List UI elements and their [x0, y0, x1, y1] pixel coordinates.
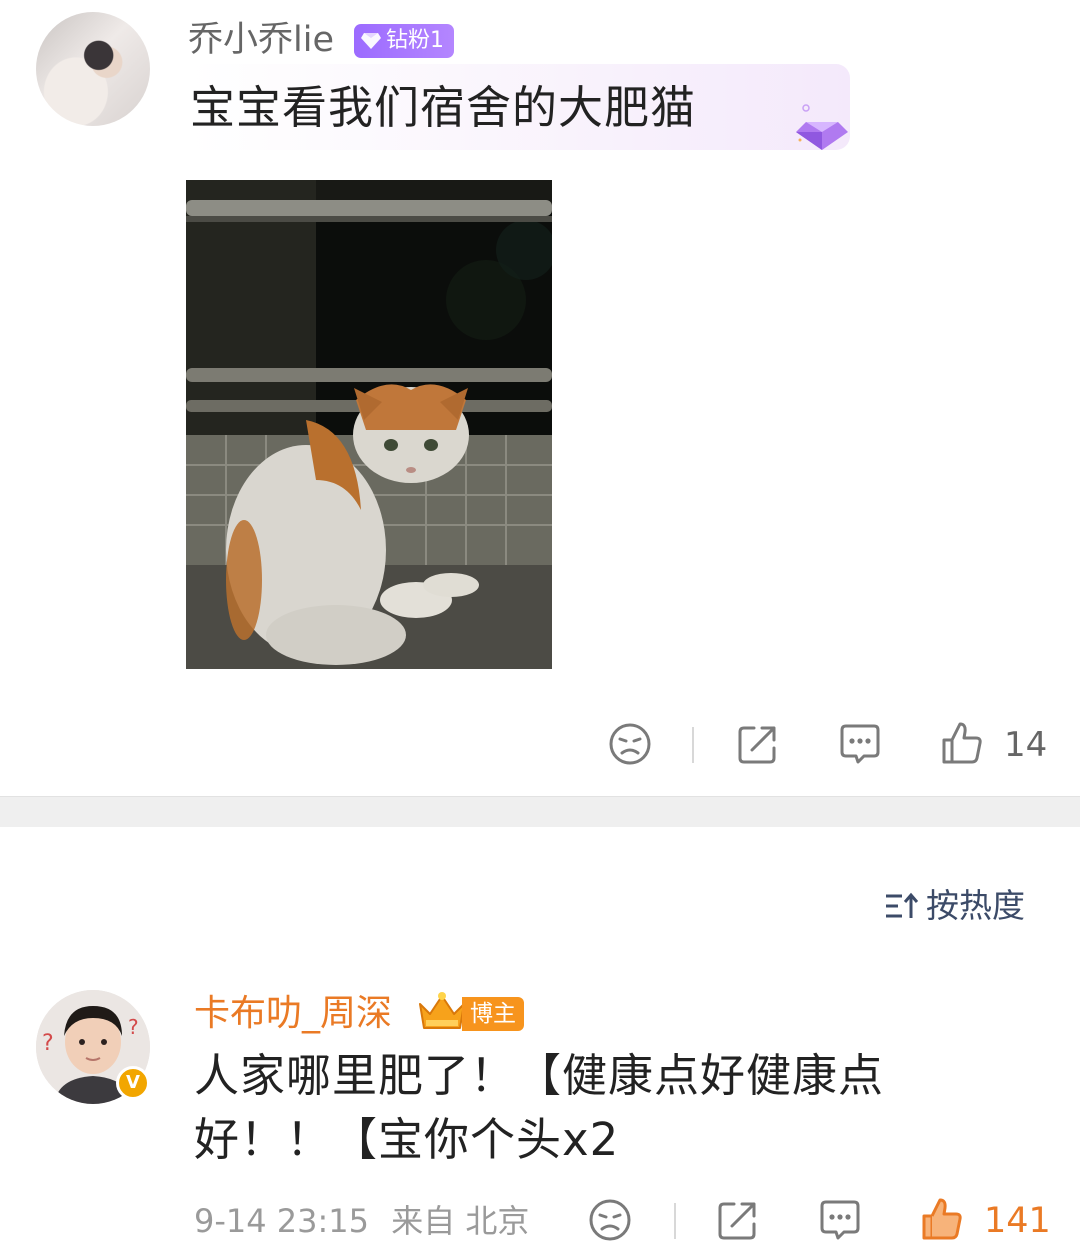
share-icon[interactable] — [736, 722, 780, 766]
like-icon-active[interactable] — [920, 1196, 964, 1242]
blogger-badge: 博主 — [462, 997, 524, 1031]
svg-text:?: ? — [42, 1031, 54, 1056]
verified-badge-icon: V — [116, 1066, 150, 1100]
sort-label: 按热度 — [926, 886, 1025, 925]
crown-icon — [419, 992, 465, 1029]
dislike-icon[interactable] — [608, 722, 652, 766]
separator — [692, 727, 694, 763]
cat-photo[interactable] — [186, 180, 552, 669]
avatar[interactable] — [36, 12, 150, 126]
username[interactable]: 卡布叻_周深 — [194, 990, 392, 1038]
like-count: 14 — [1004, 725, 1048, 765]
separator — [674, 1203, 676, 1239]
fan-level-badge[interactable]: 钻粉1 — [354, 24, 454, 58]
like-icon[interactable] — [940, 720, 984, 766]
sort-icon — [886, 892, 919, 918]
comment-meta: 9-14 23:15 来自 北京 — [194, 1198, 529, 1244]
reply-icon[interactable] — [838, 722, 882, 766]
share-icon[interactable] — [716, 1198, 760, 1242]
sort-by-hot-button[interactable]: 按热度 — [884, 882, 1025, 930]
fan-level-label: 钻粉1 — [386, 28, 444, 53]
svg-text:?: ? — [128, 1015, 139, 1039]
comment-text: 宝宝看我们宿舍的大肥猫 — [190, 81, 697, 134]
dislike-icon[interactable] — [588, 1198, 632, 1242]
diamond-decoration-icon — [796, 104, 848, 150]
reply-icon[interactable] — [818, 1198, 862, 1242]
username[interactable]: 乔小乔lie — [188, 16, 334, 64]
location: 来自 北京 — [391, 1202, 530, 1240]
like-count: 141 — [984, 1201, 1051, 1241]
comment-text: 人家哪里肥了！【健康点好健康点好！！【宝你个头x2 — [194, 1049, 885, 1166]
section-divider — [0, 796, 1080, 827]
timestamp: 9-14 23:15 — [194, 1202, 370, 1240]
diamond-icon — [361, 33, 381, 49]
